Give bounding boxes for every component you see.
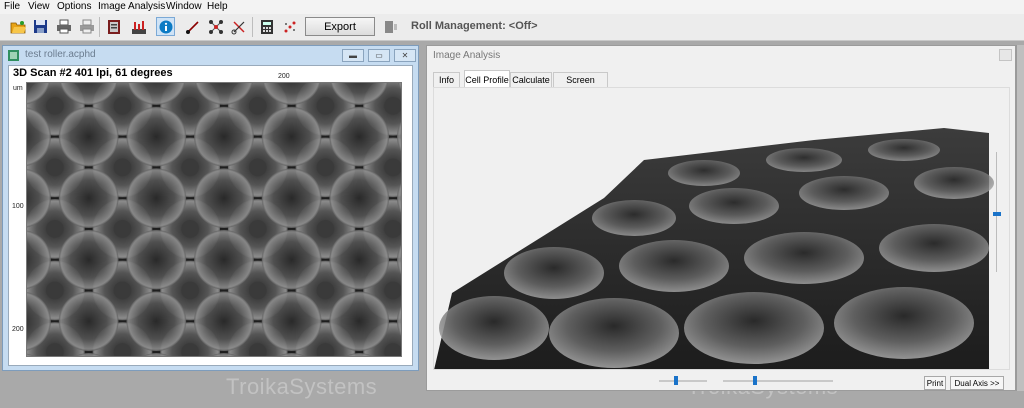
tab-calculate[interactable]: Calculate [510, 72, 552, 87]
print-icon[interactable] [54, 17, 73, 36]
roll-management-status: Roll Management: <Off> [411, 20, 538, 32]
scan-image[interactable] [26, 82, 402, 357]
export-button[interactable]: Export [305, 17, 375, 36]
vertical-slider-thumb[interactable] [993, 212, 1001, 216]
panel-icon[interactable] [381, 17, 400, 36]
horizontal-slider-2-thumb[interactable] [753, 376, 757, 385]
menu-image-analysis[interactable]: Image Analysis [98, 1, 165, 12]
calculator-icon[interactable] [257, 17, 276, 36]
scan-view: 3D Scan #2 401 lpi, 61 degrees 200 um 10… [8, 65, 413, 366]
scan-title: 3D Scan #2 401 lpi, 61 degrees [13, 67, 173, 79]
x-tick-label: 200 [278, 73, 290, 80]
save-icon[interactable] [31, 17, 50, 36]
tab-cell-profile[interactable]: Cell Profile [464, 70, 510, 87]
y-tick-label: 100 [12, 203, 24, 210]
horizontal-slider-1-thumb[interactable] [674, 376, 678, 385]
tab-screen-count[interactable]: Screen Count [553, 72, 608, 100]
tab-info[interactable]: Info [433, 72, 460, 87]
close-button[interactable]: ✕ [394, 49, 416, 62]
document-icon [8, 50, 19, 61]
menu-bar: File View Options Image Analysis Window … [0, 0, 1024, 14]
book-icon[interactable] [104, 17, 123, 36]
3d-surface-view[interactable] [434, 88, 1010, 370]
scan-window: test roller.acphd ▬ ▭ ✕ 3D Scan #2 401 l… [2, 45, 419, 371]
menu-help[interactable]: Help [207, 1, 228, 12]
horizontal-slider-1-track[interactable] [659, 380, 707, 382]
scan-window-title: test roller.acphd [25, 49, 96, 60]
print-button[interactable]: Print [924, 376, 946, 390]
y-tick-label: 200 [12, 326, 24, 333]
cell-profile-panel [433, 87, 1010, 370]
menu-window[interactable]: Window [166, 1, 202, 12]
menu-file[interactable]: File [4, 1, 20, 12]
image-analysis-window: Image Analysis Info Cell Profile Calcula… [426, 45, 1016, 391]
close-button[interactable] [999, 49, 1012, 61]
image-analysis-title: Image Analysis [433, 50, 501, 61]
menu-options[interactable]: Options [57, 1, 91, 12]
background-window-edge [1016, 45, 1024, 391]
maximize-button[interactable]: ▭ [368, 49, 390, 62]
info-icon[interactable] [156, 17, 175, 36]
print-preview-icon[interactable] [77, 17, 96, 36]
watermark-left: TroikaSystems [226, 374, 378, 399]
open-folder-icon[interactable] [8, 17, 27, 36]
dual-axis-button[interactable]: Dual Axis >> [950, 376, 1004, 390]
chart-icon[interactable] [129, 17, 148, 36]
cut-icon[interactable] [229, 17, 248, 36]
nodes-icon[interactable] [206, 17, 225, 36]
toolbar: Export Roll Management: <Off> [0, 14, 1024, 41]
horizontal-slider-2-track[interactable] [723, 380, 833, 382]
dots-icon[interactable] [280, 17, 299, 36]
minimize-button[interactable]: ▬ [342, 49, 364, 62]
y-unit-label: um [13, 85, 23, 92]
measure-icon[interactable] [183, 17, 202, 36]
menu-view[interactable]: View [28, 1, 50, 12]
